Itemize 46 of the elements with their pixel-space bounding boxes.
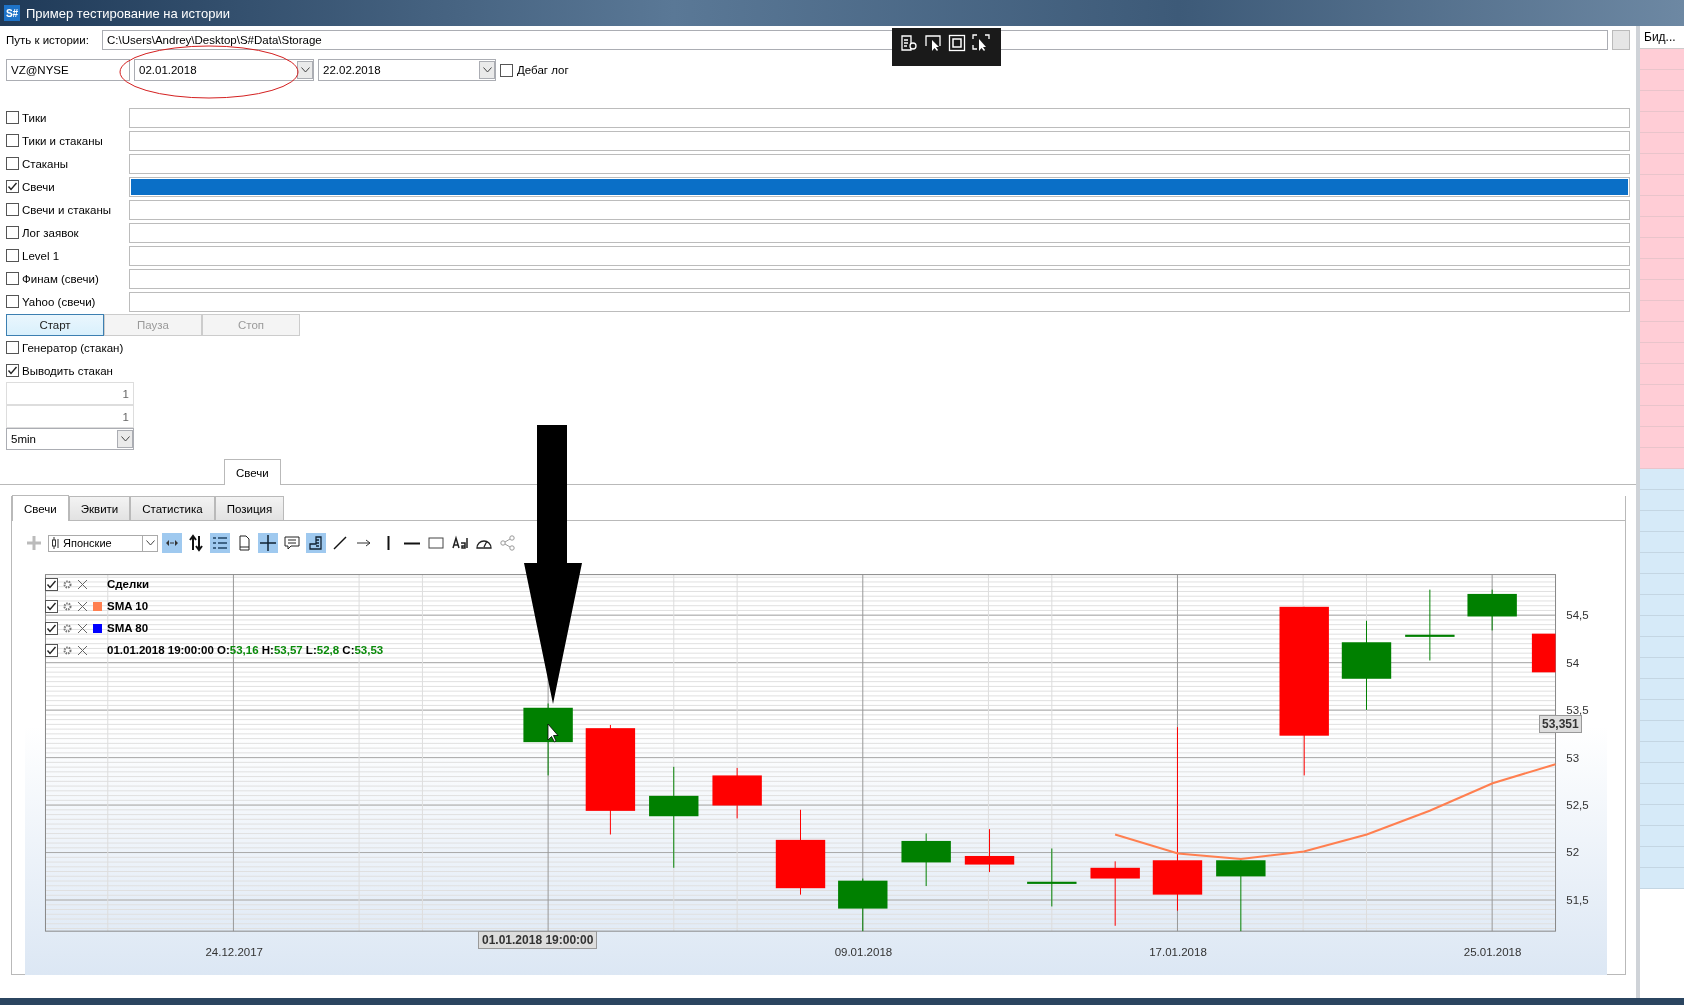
axis-label: 52 <box>1566 846 1580 859</box>
checkbox-label: Свечи и стаканы <box>22 203 112 216</box>
legend-label: SMA 80 <box>107 622 149 634</box>
date-field[interactable]: 02.01.2018 <box>134 59 314 81</box>
chart-style-dropdown[interactable]: Японские <box>48 534 158 552</box>
window-title: Пример тестирование на истории <box>26 5 230 21</box>
cursor-price-label: 53,351 <box>1539 715 1582 733</box>
tab[interactable]: Эквити <box>68 496 131 520</box>
checkbox-label: Свечи <box>22 180 55 193</box>
timeframe-dropdown[interactable]: 5min <box>6 428 134 450</box>
axis-label: 52,5 <box>1566 799 1589 812</box>
checkbox-label: Тики <box>22 111 47 124</box>
axis-label: 54 <box>1566 656 1580 669</box>
checkbox-label: Выводить стакан <box>22 364 113 377</box>
checkbox-label: Лог заявок <box>22 226 79 239</box>
axis-label: 25.01.2018 <box>1463 945 1522 958</box>
legend-label: SMA 10 <box>107 600 149 612</box>
toolbar-button[interactable]: Старт <box>6 314 104 336</box>
tab[interactable]: Статистика <box>130 496 215 520</box>
checkbox-label: Финам (свечи) <box>22 272 99 285</box>
security-field[interactable]: VZ@NYSE <box>6 59 130 81</box>
axis-label: 24.12.2017 <box>205 945 263 958</box>
candle-info-text: 01.01.2018 19:00:00 O:53,16 H:53,57 L:52,8 C:53,53 <box>107 644 384 656</box>
axis-label: 17.01.2018 <box>1149 945 1207 958</box>
checkbox-label: Стаканы <box>22 157 69 170</box>
path-field[interactable]: C:\Users\Andrey\Desktop\S#Data\Storage <box>102 30 1608 50</box>
checkbox-label: Тики и стаканы <box>22 134 103 147</box>
axis-label: 53,5 <box>1566 704 1589 717</box>
axis-label: 09.01.2018 <box>834 945 893 958</box>
axis-label: 54,5 <box>1566 609 1589 622</box>
checkbox-label: Генератор (стакан) <box>22 341 124 354</box>
axis-label: 53 <box>1566 751 1580 764</box>
legend-label: Сделки <box>107 578 150 590</box>
axis-label: 51,5 <box>1566 893 1589 906</box>
path-label: Путь к истории: <box>6 34 90 46</box>
tab[interactable]: Свечи <box>224 459 281 485</box>
tab[interactable]: Позиция <box>214 496 285 520</box>
checkbox-label: Yahoo (свечи) <box>22 295 96 308</box>
date-field[interactable]: 22.02.2018 <box>318 59 496 81</box>
tab[interactable]: Свечи <box>12 495 69 521</box>
checkbox-label: Level 1 <box>22 249 60 262</box>
checkbox-label: Дебаг лог <box>517 64 569 76</box>
number-field[interactable]: 1 <box>6 405 134 428</box>
number-field[interactable]: 1 <box>6 382 134 405</box>
cursor-time-label: 01.01.2018 19:00:00 <box>478 931 598 949</box>
app-icon: S# <box>4 5 20 21</box>
